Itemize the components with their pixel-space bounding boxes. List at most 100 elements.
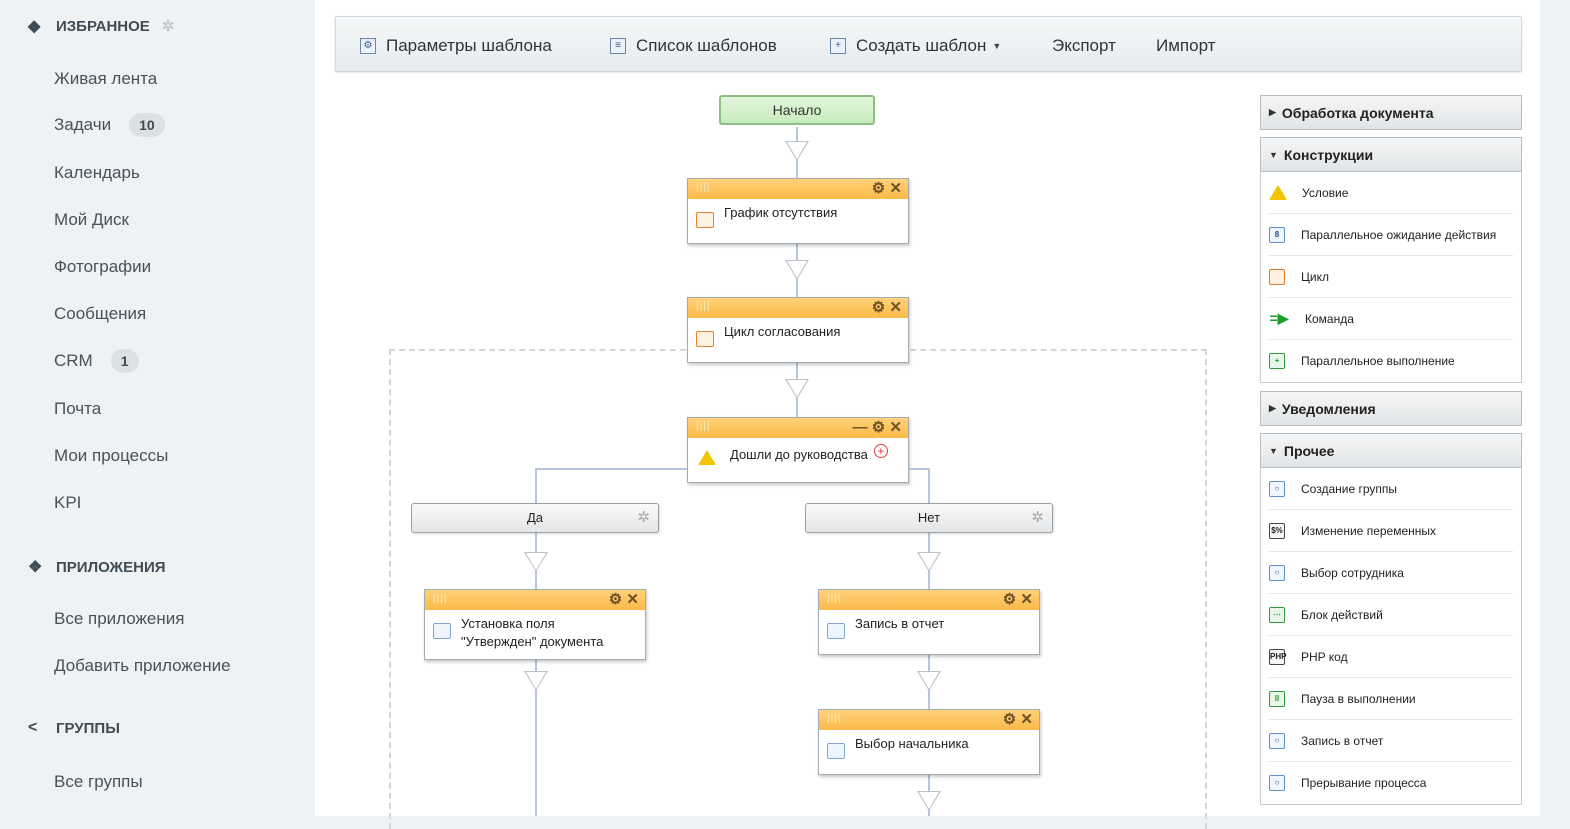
drag-handle[interactable]: |||| <box>696 301 710 312</box>
minimize-icon[interactable]: — <box>853 419 868 436</box>
close-icon[interactable]: ✕ <box>626 591 639 608</box>
flow-arrow <box>524 671 548 691</box>
activity-controls[interactable]: ⚙ ✕ <box>1003 710 1033 728</box>
close-icon[interactable]: ✕ <box>889 180 902 197</box>
activity-report-record[interactable]: |||| ⚙ ✕ Запись в отчет <box>818 589 1040 655</box>
drag-handle[interactable]: |||| <box>827 593 841 604</box>
activity-icon: ○ <box>1269 564 1285 581</box>
gear-icon[interactable]: ✲ <box>1031 504 1044 532</box>
sidebar-item-messages[interactable]: Сообщения <box>54 304 146 324</box>
template-params-button[interactable]: ⚙ Параметры шаблона <box>360 36 552 56</box>
sidebar-item-kpi[interactable]: KPI <box>54 493 81 513</box>
sidebar-item-label: Мой Диск <box>54 210 129 229</box>
sidebar-item-calendar[interactable]: Календарь <box>54 163 140 183</box>
activity-header[interactable]: |||| — ⚙ ✕ <box>688 418 908 438</box>
branch-yes[interactable]: Да ✲ <box>411 503 659 533</box>
chevron-right-icon: ▶ <box>1269 403 1276 413</box>
sidebar-item-live-feed[interactable]: Живая лента <box>54 69 157 89</box>
panel-constructions-header[interactable]: ▼ Конструкции <box>1260 137 1522 172</box>
sidebar-item-add-app[interactable]: Добавить приложение <box>54 656 231 676</box>
condition-icon <box>698 450 716 465</box>
panel-notifications-header[interactable]: ▶ Уведомления <box>1260 391 1522 426</box>
panel-item-label: Условие <box>1302 185 1349 200</box>
panel-doc-processing-header[interactable]: ▶ Обработка документа <box>1260 95 1522 130</box>
gear-icon[interactable]: ⚙ <box>1003 711 1016 728</box>
gear-icon[interactable]: ⚙ <box>872 180 885 197</box>
panel-item-action-block[interactable]: ⋯ Блок действий <box>1269 594 1513 636</box>
activity-controls[interactable]: ⚙ ✕ <box>872 179 902 197</box>
add-branch-icon[interactable]: + <box>873 444 888 458</box>
close-icon[interactable]: ✕ <box>889 299 902 316</box>
activity-condition[interactable]: |||| — ⚙ ✕ Дошли до руководства + <box>687 417 909 483</box>
activity-title: Цикл согласования <box>724 324 841 339</box>
import-button[interactable]: Импорт <box>1156 36 1215 56</box>
edit-document-icon <box>433 623 451 639</box>
panel-item-pause[interactable]: II Пауза в выполнении <box>1269 678 1513 720</box>
panel-item-loop[interactable]: Цикл <box>1269 256 1513 298</box>
gear-icon[interactable]: ✲ <box>162 17 175 35</box>
sidebar-item-all-apps[interactable]: Все приложения <box>54 609 184 629</box>
drag-handle[interactable]: |||| <box>827 713 841 724</box>
activity-title: Дошли до руководства <box>730 447 868 462</box>
groups-section-title[interactable]: < ГРУППЫ <box>28 719 120 737</box>
panel-item-choose-employee[interactable]: ○ Выбор сотрудника <box>1269 552 1513 594</box>
activity-header[interactable]: |||| ⚙ ✕ <box>819 710 1039 730</box>
gear-icon[interactable]: ⚙ <box>609 591 622 608</box>
sidebar-item-crm[interactable]: CRM 1 <box>54 349 139 373</box>
export-button[interactable]: Экспорт <box>1052 36 1116 56</box>
close-icon[interactable]: ✕ <box>1020 711 1033 728</box>
favorites-section-title[interactable]: ◆ ИЗБРАННОЕ ✲ <box>28 16 174 36</box>
activity-controls[interactable]: ⚙ ✕ <box>1003 590 1033 608</box>
gear-icon[interactable]: ✲ <box>637 504 650 532</box>
panel-item-parallel-wait[interactable]: 8 Параллельное ожидание действия <box>1269 214 1513 256</box>
panel-item-command[interactable]: =▶ Команда <box>1269 298 1513 340</box>
sidebar-item-photos[interactable]: Фотографии <box>54 257 151 277</box>
panel-item-change-variables[interactable]: $% Изменение переменных <box>1269 510 1513 552</box>
activity-choose-boss[interactable]: |||| ⚙ ✕ Выбор начальника <box>818 709 1040 775</box>
apps-section-title[interactable]: ❖ ПРИЛОЖЕНИЯ <box>28 557 166 577</box>
drag-handle[interactable]: |||| <box>696 182 710 193</box>
activity-approval-loop[interactable]: |||| ⚙ ✕ Цикл согласования <box>687 297 909 363</box>
panel-item-create-group[interactable]: ○ Создание группы <box>1269 468 1513 510</box>
template-list-button[interactable]: ≡ Список шаблонов <box>610 36 777 56</box>
panel-item-terminate-process[interactable]: ○ Прерывание процесса <box>1269 762 1513 804</box>
activity-header[interactable]: |||| ⚙ ✕ <box>819 590 1039 610</box>
gear-icon[interactable]: ⚙ <box>872 299 885 316</box>
activity-absence-schedule[interactable]: |||| ⚙ ✕ График отсутствия <box>687 178 909 244</box>
panel-other-header[interactable]: ▼ Прочее <box>1260 433 1522 468</box>
activity-controls[interactable]: ⚙ ✕ <box>609 590 639 608</box>
sidebar-item-all-groups[interactable]: Все группы <box>54 772 143 792</box>
activity-header[interactable]: |||| ⚙ ✕ <box>688 298 908 318</box>
drag-handle[interactable]: |||| <box>696 421 710 432</box>
close-icon[interactable]: ✕ <box>889 419 902 436</box>
drag-handle[interactable]: |||| <box>433 593 447 604</box>
loop-icon <box>1269 268 1285 285</box>
sidebar-item-tasks[interactable]: Задачи 10 <box>54 113 165 137</box>
panel-header-label: Уведомления <box>1281 400 1376 417</box>
page-scrollbar[interactable] <box>1540 0 1570 816</box>
sidebar-item-my-processes[interactable]: Мои процессы <box>54 446 168 466</box>
gear-icon[interactable]: ⚙ <box>1003 591 1016 608</box>
toolbar-label: Создать шаблон <box>856 36 987 55</box>
activity-set-field[interactable]: |||| ⚙ ✕ Установка поля "Утвержден" докуме… <box>424 589 646 660</box>
activity-controls[interactable]: ⚙ ✕ <box>872 298 902 316</box>
panel-item-condition[interactable]: Условие <box>1269 172 1513 214</box>
activity-controls[interactable]: — ⚙ ✕ <box>853 418 902 436</box>
activity-header[interactable]: |||| ⚙ ✕ <box>688 179 908 199</box>
panel-item-parallel-exec[interactable]: + Параллельное выполнение <box>1269 340 1513 382</box>
gear-icon[interactable]: ⚙ <box>872 419 885 436</box>
close-icon[interactable]: ✕ <box>1020 591 1033 608</box>
start-node[interactable]: Начало <box>719 95 875 125</box>
create-template-button[interactable]: + Создать шаблон ▼ <box>830 36 1001 56</box>
command-icon: =▶ <box>1269 309 1289 326</box>
panel-header-label: Конструкции <box>1283 146 1374 163</box>
settings-icon: ⚙ <box>360 38 376 54</box>
flow-arrow <box>917 791 941 811</box>
panel-item-php-code[interactable]: PHP PHP код <box>1269 636 1513 678</box>
php-icon: PHP <box>1269 648 1286 665</box>
sidebar-item-mail[interactable]: Почта <box>54 399 101 419</box>
activity-header[interactable]: |||| ⚙ ✕ <box>425 590 645 610</box>
branch-no[interactable]: Нет ✲ <box>805 503 1053 533</box>
panel-item-report-record[interactable]: ○ Запись в отчет <box>1269 720 1513 762</box>
sidebar-item-my-drive[interactable]: Мой Диск <box>54 210 129 230</box>
